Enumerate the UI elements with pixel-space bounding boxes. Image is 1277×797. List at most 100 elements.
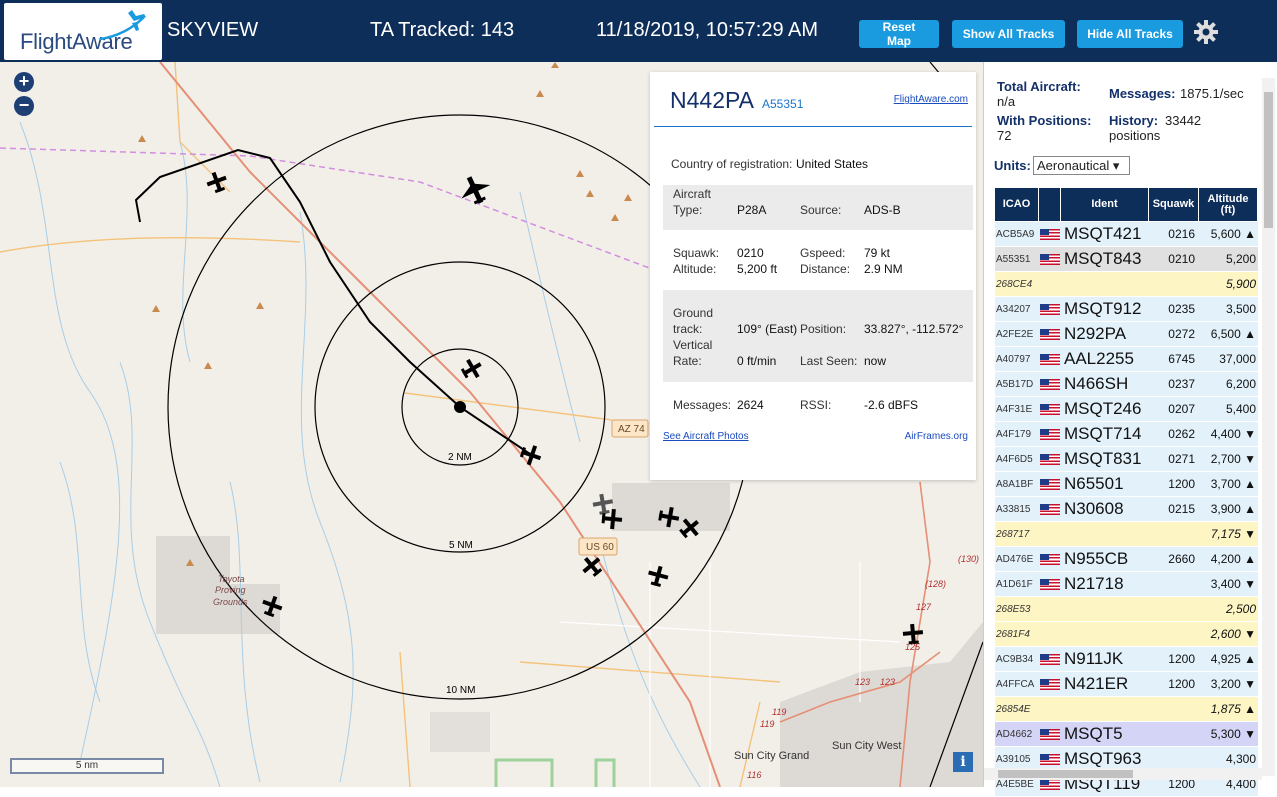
- icao-cell: 268717: [995, 522, 1039, 546]
- info-icon[interactable]: i: [953, 752, 973, 772]
- icao-cell: AD4662: [995, 722, 1039, 746]
- messages-rate: 1875.1/sec: [1180, 86, 1244, 101]
- column-header-ident[interactable]: Ident: [1061, 188, 1149, 221]
- table-row[interactable]: A1D61F N21718 3,400 ▼: [995, 572, 1258, 597]
- altitude-cell: 5,200: [1199, 247, 1258, 271]
- table-row[interactable]: A34207 MSQT912 0235 3,500: [995, 297, 1258, 322]
- flag-cell: [1039, 297, 1061, 321]
- last-seen-label: Last Seen:: [800, 354, 858, 368]
- table-row[interactable]: 268717 7,175 ▼: [995, 522, 1258, 547]
- icao-cell: A5B17D: [995, 372, 1039, 396]
- altitude-cell: 5,900: [1199, 272, 1258, 296]
- table-row[interactable]: A2FE2E N292PA 0272 6,500 ▲: [995, 322, 1258, 347]
- flightaware-logo[interactable]: FlightAware: [4, 3, 162, 60]
- column-header-icao[interactable]: ICAO: [995, 188, 1039, 221]
- aircraft-track: [134, 148, 531, 455]
- flightaware-link[interactable]: FlightAware.com: [894, 94, 968, 105]
- table-row[interactable]: 26854E 1,875 ▲: [995, 697, 1258, 722]
- wash-line: [519, 191, 581, 443]
- info-band: [663, 290, 973, 382]
- map-view[interactable]: 2 NM 5 NM 10 NM AZ 74 US 60 Toyota Provi…: [0, 62, 983, 787]
- squawk-cell: 0216: [1149, 222, 1199, 246]
- show-all-tracks-button[interactable]: Show All Tracks: [952, 20, 1065, 48]
- wash-line: [19, 121, 121, 763]
- ident-cell: MSQT5: [1061, 722, 1149, 746]
- flag-cell: [1039, 522, 1061, 546]
- column-header-flag[interactable]: [1039, 188, 1061, 221]
- table-row[interactable]: ACB5A9 MSQT421 0216 5,600 ▲: [995, 222, 1258, 247]
- ground-track-label: Ground: [673, 306, 714, 320]
- units-select[interactable]: Aeronautical ▾: [1033, 156, 1130, 175]
- table-row[interactable]: A4F6D5 MSQT831 0271 2,700 ▼: [995, 447, 1258, 472]
- aircraft-icon: [206, 171, 227, 194]
- altitude-cell: 6,500 ▲: [1199, 322, 1258, 346]
- flag-cell: [1039, 622, 1061, 646]
- aircraft-icon: [461, 176, 491, 205]
- altitude-cell: 6,200: [1199, 372, 1258, 396]
- us-flag-icon: [1040, 428, 1060, 440]
- vertical-scrollbar[interactable]: [1262, 78, 1275, 776]
- altitude-cell: 3,900 ▲: [1199, 497, 1258, 521]
- ident-cell: MSQT912: [1061, 297, 1149, 321]
- horizontal-scrollbar[interactable]: [984, 768, 1262, 780]
- aircraft-icon: [460, 358, 482, 379]
- table-row[interactable]: A33815 N30608 0215 3,900 ▲: [995, 497, 1258, 522]
- ident-cell: N30608: [1061, 497, 1149, 521]
- table-row[interactable]: A55351 MSQT843 0210 5,200: [995, 247, 1258, 272]
- icao-cell: A33815: [995, 497, 1039, 521]
- column-header-squawk[interactable]: Squawk: [1149, 188, 1199, 221]
- with-positions-value: 72: [997, 128, 1012, 143]
- column-header-altitude[interactable]: Altitude (ft): [1199, 188, 1258, 221]
- site-name: SKYVIEW: [167, 19, 259, 41]
- table-row[interactable]: A4F31E MSQT246 0207 5,400: [995, 397, 1258, 422]
- zoom-out-button[interactable]: −: [14, 96, 34, 116]
- zoom-in-button[interactable]: +: [14, 72, 34, 92]
- aircraft-hex-link[interactable]: A55351: [762, 97, 803, 111]
- aircraft-type-label: Aircraft: [673, 187, 712, 201]
- squawk-label: Squawk:: [673, 246, 720, 260]
- position-label: Position:: [800, 322, 847, 336]
- flag-cell: [1039, 222, 1061, 246]
- us-flag-icon: [1040, 253, 1060, 265]
- table-row[interactable]: AC9B34 N911JK 1200 4,925 ▲: [995, 647, 1258, 672]
- ident-cell: MSQT831: [1061, 447, 1149, 471]
- table-row[interactable]: 268E53 2,500: [995, 597, 1258, 622]
- aircraft-photos-link[interactable]: See Aircraft Photos: [663, 431, 749, 442]
- peak-marker: [138, 135, 146, 142]
- scrollbar-thumb[interactable]: [1264, 92, 1273, 228]
- street: [559, 621, 901, 643]
- hide-all-tracks-button[interactable]: Hide All Tracks: [1077, 20, 1183, 48]
- us-flag-icon: [1040, 553, 1060, 565]
- table-row[interactable]: 2681F4 2,600 ▼: [995, 622, 1258, 647]
- peak-marker: [536, 90, 544, 97]
- table-row[interactable]: A4F179 MSQT714 0262 4,400 ▼: [995, 422, 1258, 447]
- table-row[interactable]: A4FFCA N421ER 1200 3,200 ▼: [995, 672, 1258, 697]
- table-row[interactable]: A5B17D N466SH 0237 6,200: [995, 372, 1258, 397]
- altitude-cell: 37,000: [1199, 347, 1258, 371]
- table-row[interactable]: A8A1BF N65501 1200 3,700 ▲: [995, 472, 1258, 497]
- aircraft-sidebar: Total Aircraft: n/a Messages: 1875.1/sec…: [983, 62, 1277, 796]
- road-az74: [404, 392, 613, 421]
- table-row[interactable]: AD4662 MSQT5 5,300 ▼: [995, 722, 1258, 747]
- receiver-site-marker: [454, 401, 466, 413]
- gear-icon[interactable]: [1193, 19, 1219, 45]
- altitude-cell: 4,925 ▲: [1199, 647, 1258, 671]
- reset-map-button[interactable]: Reset Map: [859, 20, 939, 48]
- altitude-cell: 3,700 ▲: [1199, 472, 1258, 496]
- road-number: (130): [958, 554, 979, 564]
- peak-marker: [624, 194, 632, 201]
- table-row[interactable]: 268CE4 5,900: [995, 272, 1258, 297]
- ring-label-10nm: 10 NM: [446, 685, 475, 696]
- gspeed-value: 79 kt: [864, 246, 891, 260]
- country-label: Country of registration:: [671, 157, 793, 171]
- table-row[interactable]: A40797 AAL2255 6745 37,000: [995, 347, 1258, 372]
- altitude-cell: 2,600 ▼: [1199, 622, 1258, 646]
- table-row[interactable]: AD476E N955CB 2660 4,200 ▲: [995, 547, 1258, 572]
- scrollbar-thumb[interactable]: [998, 770, 1133, 778]
- flag-cell: [1039, 597, 1061, 621]
- road-number: 119: [760, 719, 774, 729]
- squawk-cell: [1149, 522, 1199, 546]
- airframes-link[interactable]: AirFrames.org: [905, 431, 968, 442]
- road: [0, 237, 301, 253]
- total-aircraft-value: n/a: [997, 94, 1016, 109]
